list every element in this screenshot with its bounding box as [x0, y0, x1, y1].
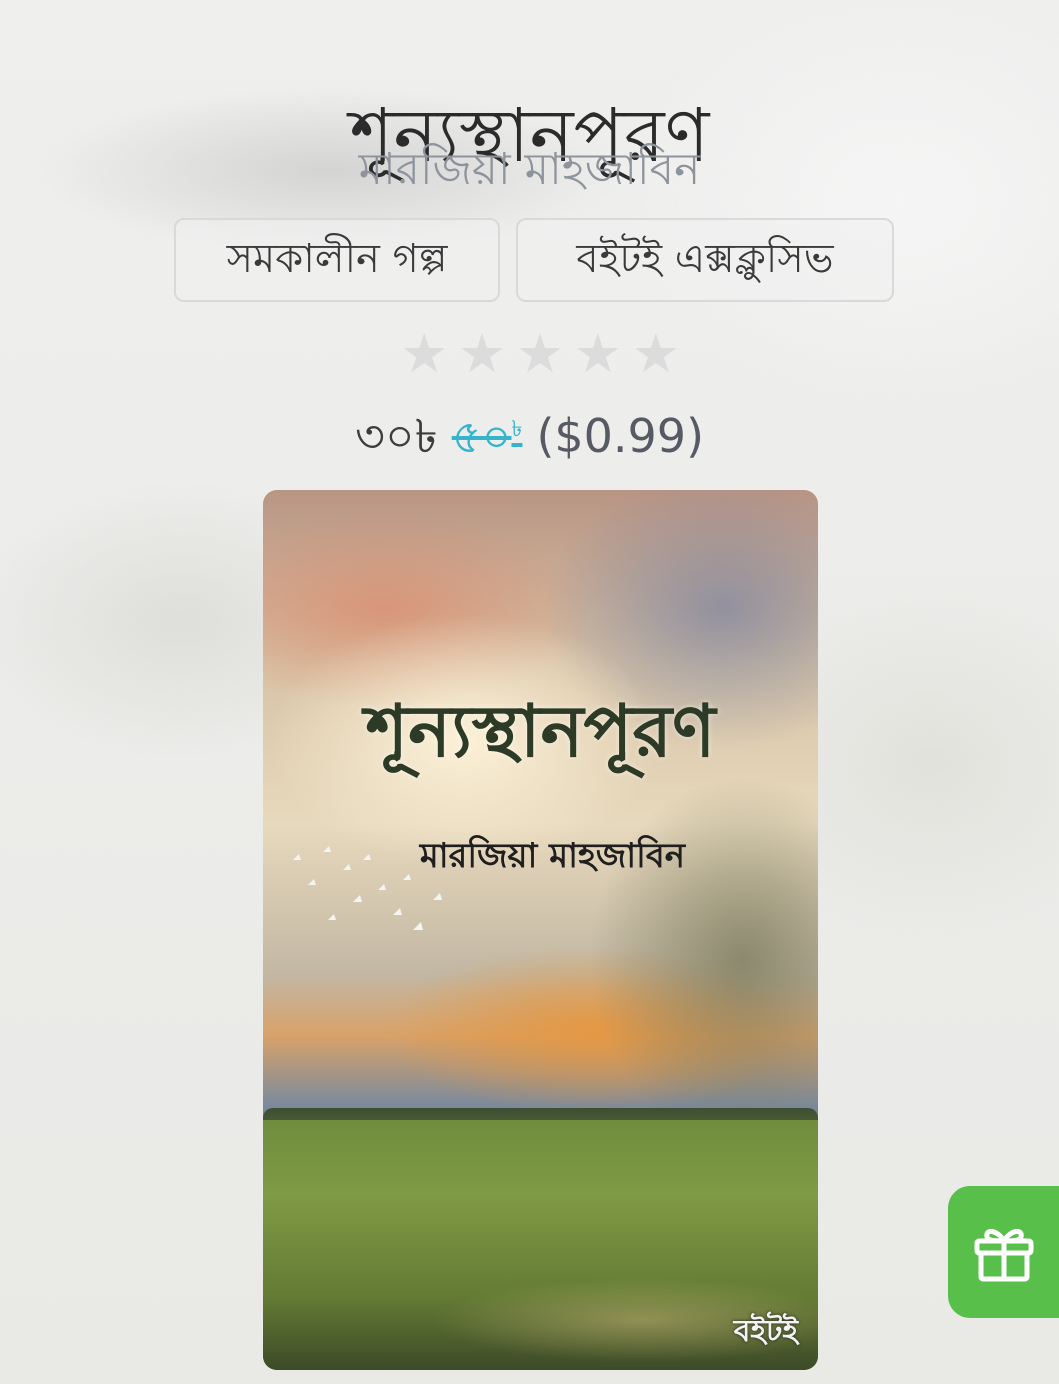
tag-list: সমকালীন গল্প বইটই এক্সক্লুসিভ [174, 218, 894, 302]
tag-contemporary-story[interactable]: সমকালীন গল্প [174, 218, 500, 302]
star-icon[interactable]: ★ [400, 326, 448, 382]
publisher-logo: বইটই [733, 1314, 798, 1349]
star-icon[interactable]: ★ [632, 326, 680, 382]
cover-title: শূন্যস্থানপূরণ [365, 689, 716, 773]
author-link[interactable]: মারজিয়া মাহজাবিন [0, 140, 1059, 200]
gift-icon [974, 1229, 1034, 1282]
original-price: ৫০৳ [451, 409, 523, 464]
current-price: ৩০৳ [354, 409, 438, 464]
book-cover[interactable]: শূন্যস্থানপূরণ মারজিয়া মাহজাবিন বইটই [263, 490, 818, 1370]
gift-button[interactable] [948, 1186, 1059, 1318]
star-icon[interactable]: ★ [574, 326, 622, 382]
usd-price: ($0.99) [536, 409, 705, 464]
price-row: ৩০৳ ৫০৳ ($0.99) [0, 398, 1059, 468]
rating-stars[interactable]: ★ ★ ★ ★ ★ [400, 326, 680, 382]
tag-boitoi-exclusive[interactable]: বইটই এক্সক্লুসিভ [516, 218, 894, 302]
star-icon[interactable]: ★ [458, 326, 506, 382]
cover-author: মারজিয়া মাহজাবিন [419, 836, 686, 876]
star-icon[interactable]: ★ [516, 326, 564, 382]
